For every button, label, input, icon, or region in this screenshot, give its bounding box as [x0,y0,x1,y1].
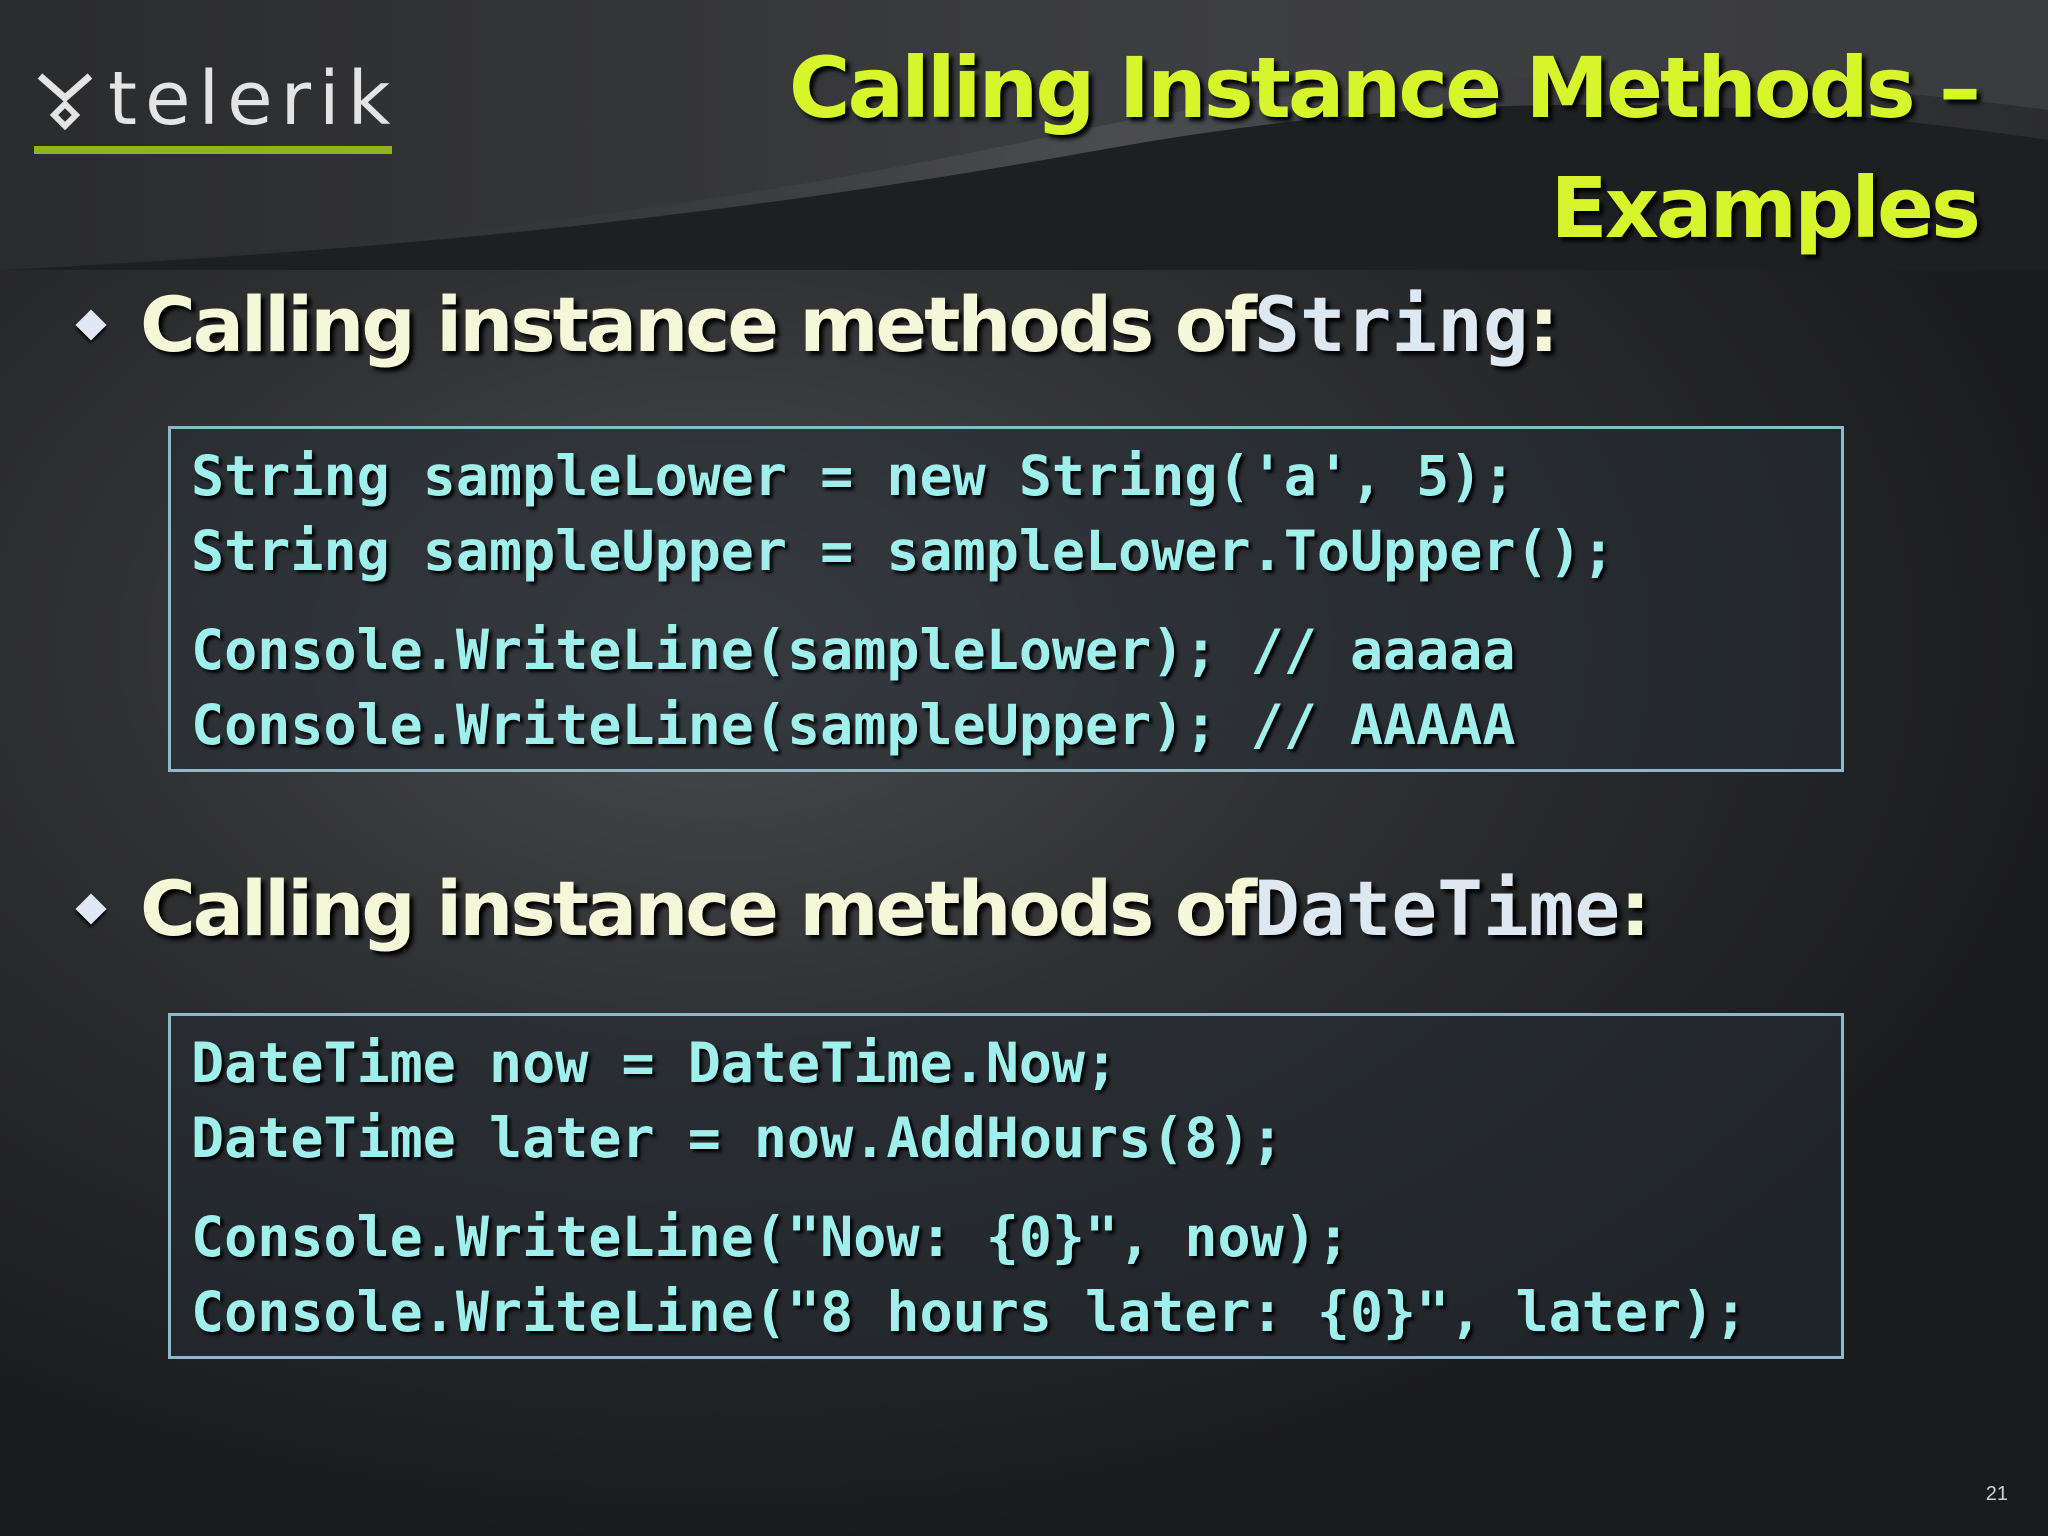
code-line: String sampleLower = new String('a', 5); [191,444,1516,508]
page-number: 21 [1985,1483,2008,1505]
code-line: DateTime later = now.AddHours(8); [191,1106,1284,1170]
diamond-bullet-icon [75,308,107,341]
logo-wordmark: telerik [108,56,399,142]
telerik-logo-mark-icon [37,73,93,130]
bullet-text: Calling instance methods of [140,280,1257,369]
code-line: String sampleUpper = sampleLower.ToUpper… [191,519,1615,583]
code-group: Console.WriteLine("Now: {0}", now); Cons… [191,1200,1821,1350]
bullet-datetime: Calling instance methods of DateTime: [75,864,1651,953]
slide-title-line-1: Calling Instance Methods – [788,39,1981,137]
code-group: String sampleLower = new String('a', 5);… [191,439,1821,589]
bullet-code-type: String [1254,280,1529,369]
code-line: Console.WriteLine(sampleLower); // aaaaa [191,618,1516,682]
bullet-suffix: : [1620,864,1650,953]
slide-title: Calling Instance Methods – Examples [788,28,1981,268]
code-block-datetime: DateTime now = DateTime.Now; DateTime la… [168,1013,1844,1359]
diamond-bullet-icon [75,892,107,925]
code-line: Console.WriteLine(sampleUpper); // AAAAA [191,693,1516,757]
bullet-string: Calling instance methods of String: [75,280,1559,369]
code-line: Console.WriteLine("8 hours later: {0}", … [191,1280,1748,1344]
code-line: DateTime now = DateTime.Now; [191,1031,1119,1095]
logo-underline [34,146,392,154]
bullet-text: Calling instance methods of [140,864,1257,953]
slide: telerik Calling Instance Methods – Examp… [0,0,2048,1536]
code-group: DateTime now = DateTime.Now; DateTime la… [191,1026,1821,1176]
code-line: Console.WriteLine("Now: {0}", now); [191,1205,1350,1269]
code-block-string: String sampleLower = new String('a', 5);… [168,426,1844,772]
logo: telerik [34,62,398,136]
bullet-code-type: DateTime [1254,864,1621,953]
slide-title-line-2: Examples [1550,159,1981,257]
code-group: Console.WriteLine(sampleLower); // aaaaa… [191,613,1821,763]
bullet-suffix: : [1528,280,1559,369]
